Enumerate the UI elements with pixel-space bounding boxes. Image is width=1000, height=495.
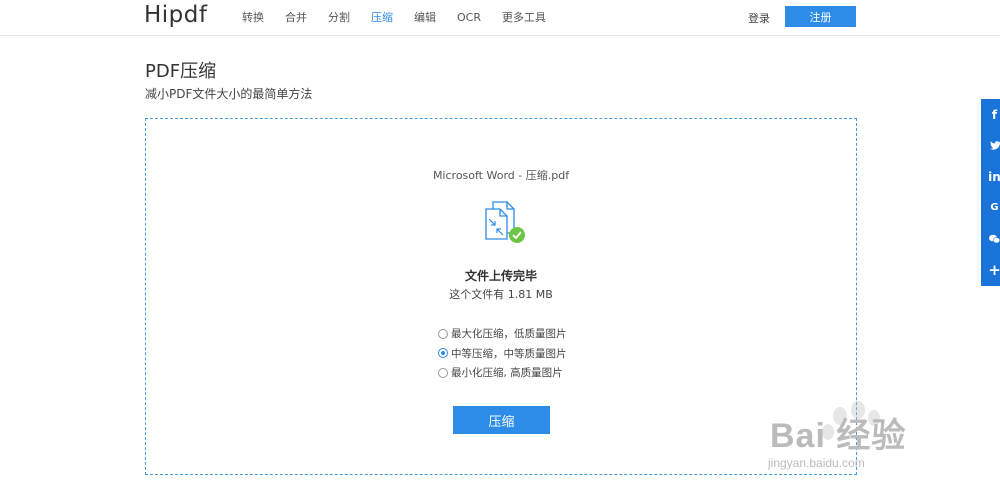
compression-options: 最大化压缩，低质量图片 中等压缩，中等质量图片 最小化压缩, 高质量图片 xyxy=(438,324,567,383)
option-min-compression[interactable]: 最小化压缩, 高质量图片 xyxy=(438,363,567,383)
page-title: PDF压缩 xyxy=(145,61,217,82)
linkedin-icon[interactable]: in xyxy=(981,161,1000,192)
nav-item-ocr[interactable]: OCR xyxy=(457,11,481,24)
hipdf-logo[interactable]: Hipdf xyxy=(144,2,207,28)
nav-item-compress[interactable]: 压缩 xyxy=(371,9,393,25)
google-icon[interactable]: G xyxy=(981,192,1000,223)
compress-button[interactable]: 压缩 xyxy=(453,406,550,434)
top-navbar: Hipdf 转换 合并 分割 压缩 编辑 OCR 更多工具 登录 注册 xyxy=(0,0,1000,36)
twitter-icon[interactable] xyxy=(981,130,1000,161)
option-medium-compression[interactable]: 中等压缩，中等质量图片 xyxy=(438,344,567,364)
social-share-bar: f in G + xyxy=(981,99,1000,286)
option-label: 最小化压缩, 高质量图片 xyxy=(451,367,563,380)
nav-item-merge[interactable]: 合并 xyxy=(285,9,307,25)
watermark-url: jingyan.baidu.com xyxy=(768,456,865,470)
nav-item-more-tools[interactable]: 更多工具 xyxy=(502,9,546,25)
upload-area[interactable]: Microsoft Word - 压缩.pdf 文件上传完毕 这个文件有 1.8… xyxy=(145,118,857,475)
radio-button-checked[interactable] xyxy=(438,348,448,359)
option-max-compression[interactable]: 最大化压缩，低质量图片 xyxy=(438,324,567,344)
upload-status: 文件上传完毕 xyxy=(464,269,537,283)
radio-button[interactable] xyxy=(438,367,448,378)
plus-icon[interactable]: + xyxy=(981,254,1000,285)
facebook-icon[interactable]: f xyxy=(981,99,1000,130)
nav-item-edit[interactable]: 编辑 xyxy=(414,9,436,25)
nav-item-convert[interactable]: 转换 xyxy=(242,9,264,25)
login-link[interactable]: 登录 xyxy=(748,10,770,26)
option-label: 中等压缩，中等质量图片 xyxy=(451,347,567,360)
compressed-file-icon xyxy=(485,201,525,243)
radio-button[interactable] xyxy=(438,328,448,339)
option-label: 最大化压缩，低质量图片 xyxy=(451,328,567,341)
register-button[interactable]: 注册 xyxy=(785,6,856,27)
page-subtitle: 减小PDF文件大小的最简单方法 xyxy=(145,87,313,101)
file-size: 这个文件有 1.81 MB xyxy=(449,288,553,301)
wechat-icon[interactable] xyxy=(981,223,1000,254)
nav-item-split[interactable]: 分割 xyxy=(328,9,350,25)
watermark-text: Bai 经验 xyxy=(770,417,907,455)
file-name: Microsoft Word - 压缩.pdf xyxy=(432,169,570,182)
main-nav: 转换 合并 分割 压缩 编辑 OCR 更多工具 xyxy=(242,0,567,34)
